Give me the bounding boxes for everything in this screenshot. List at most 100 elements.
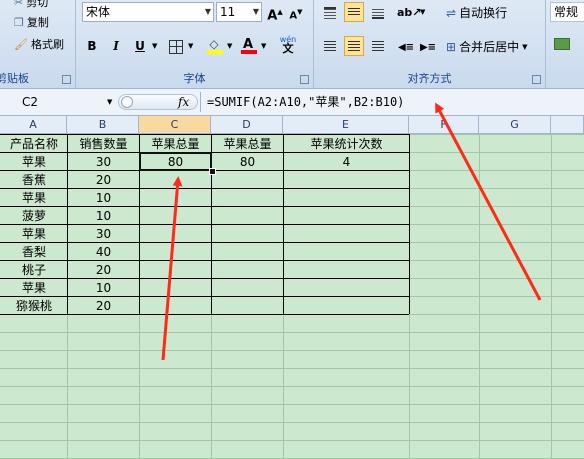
- table-cell[interactable]: 40: [68, 243, 139, 260]
- table-cell[interactable]: 80: [212, 153, 283, 170]
- font-name-combo[interactable]: 宋体 ▼: [82, 2, 214, 22]
- align-center-button[interactable]: [344, 36, 364, 56]
- orientation-button[interactable]: ab↗: [396, 2, 422, 22]
- decrease-indent-icon: ◀≡: [397, 42, 415, 53]
- align-left-button[interactable]: [320, 36, 340, 56]
- column-header-g[interactable]: G: [479, 116, 551, 134]
- table-cell[interactable]: 10: [68, 189, 139, 206]
- shrink-font-button[interactable]: A▼: [286, 2, 306, 22]
- table-header-cell[interactable]: 产品名称: [1, 135, 67, 152]
- grow-font-button[interactable]: A▲: [265, 2, 285, 23]
- currency-button[interactable]: [552, 36, 572, 56]
- table-cell[interactable]: 香蕉: [1, 171, 67, 188]
- borders-button[interactable]: [166, 36, 186, 56]
- column-header-f[interactable]: F: [409, 116, 479, 134]
- table-cell[interactable]: [140, 171, 211, 188]
- chevron-down-icon: ▼: [522, 42, 528, 51]
- copy-button[interactable]: ❐ 复制: [14, 14, 49, 30]
- table-cell[interactable]: 香梨: [1, 243, 67, 260]
- table-cell[interactable]: [212, 225, 283, 242]
- table-cell[interactable]: 猕猴桃: [1, 297, 67, 314]
- table-cell[interactable]: [212, 243, 283, 260]
- table-cell[interactable]: [284, 207, 409, 224]
- table-cell[interactable]: [284, 297, 409, 314]
- fill-handle[interactable]: [209, 168, 216, 175]
- increase-indent-icon: ▶≡: [419, 42, 437, 53]
- table-cell[interactable]: [212, 207, 283, 224]
- bold-button[interactable]: B: [82, 36, 102, 56]
- table-cell[interactable]: 30: [68, 153, 139, 170]
- table-cell[interactable]: [212, 189, 283, 206]
- merge-center-button[interactable]: ⊞ 合并后居中 ▼: [446, 38, 527, 55]
- cut-button[interactable]: ✂ 剪切: [14, 0, 48, 10]
- table-cell[interactable]: 菠萝: [1, 207, 67, 224]
- table-cell[interactable]: [140, 207, 211, 224]
- column-header-b[interactable]: B: [67, 116, 139, 134]
- underline-button[interactable]: U: [130, 36, 150, 56]
- table-cell[interactable]: [212, 279, 283, 296]
- chevron-down-icon[interactable]: ▼: [107, 98, 112, 106]
- table-cell[interactable]: 苹果: [1, 279, 67, 296]
- table-cell[interactable]: 20: [68, 261, 139, 278]
- column-header-d[interactable]: D: [211, 116, 283, 134]
- font-size-combo[interactable]: 11 ▼: [216, 2, 262, 22]
- clipboard-launcher[interactable]: [62, 75, 71, 84]
- column-header-a[interactable]: A: [0, 116, 67, 134]
- table-cell[interactable]: 20: [68, 297, 139, 314]
- table-cell[interactable]: [212, 261, 283, 278]
- table-cell[interactable]: [140, 189, 211, 206]
- table-header-cell[interactable]: 苹果总量: [212, 135, 283, 152]
- table-cell[interactable]: [140, 243, 211, 260]
- increase-indent-button[interactable]: ▶≡: [418, 36, 438, 56]
- table-cell[interactable]: [212, 297, 283, 314]
- column-header-c[interactable]: C: [139, 116, 211, 134]
- table-cell[interactable]: 30: [68, 225, 139, 242]
- table-cell[interactable]: [140, 261, 211, 278]
- align-middle-icon: [348, 8, 360, 16]
- italic-button[interactable]: I: [106, 36, 126, 56]
- phonetic-button[interactable]: wén 文: [274, 34, 302, 54]
- table-cell[interactable]: [284, 189, 409, 206]
- table-cell[interactable]: [284, 243, 409, 260]
- gridline-h: [0, 350, 584, 351]
- table-cell[interactable]: 20: [68, 171, 139, 188]
- table-cell[interactable]: [284, 261, 409, 278]
- align-bottom-icon: [372, 7, 384, 19]
- table-header-cell[interactable]: 苹果总量: [140, 135, 211, 152]
- table-header-cell[interactable]: 销售数量: [68, 135, 139, 152]
- insert-function-button[interactable]: fx: [178, 95, 189, 109]
- table-cell[interactable]: 10: [68, 207, 139, 224]
- table-cell[interactable]: 苹果: [1, 225, 67, 242]
- alignment-launcher[interactable]: [532, 75, 541, 84]
- table-cell[interactable]: 桃子: [1, 261, 67, 278]
- table-cell[interactable]: 苹果: [1, 189, 67, 206]
- table-cell[interactable]: [284, 279, 409, 296]
- align-top-icon: [324, 7, 336, 19]
- column-header-e[interactable]: E: [283, 116, 409, 134]
- decrease-indent-button[interactable]: ◀≡: [396, 36, 416, 56]
- table-cell[interactable]: [284, 225, 409, 242]
- align-top-button[interactable]: [320, 2, 340, 22]
- formula-input[interactable]: =SUMIF(A2:A10,"苹果",B2:B10): [207, 93, 404, 111]
- active-cell-selection[interactable]: [139, 152, 212, 171]
- align-bottom-button[interactable]: [368, 2, 388, 22]
- align-middle-button[interactable]: [344, 2, 364, 22]
- table-cell[interactable]: [140, 225, 211, 242]
- table-cell[interactable]: [212, 171, 283, 188]
- table-cell[interactable]: 4: [284, 153, 409, 170]
- table-cell[interactable]: [140, 279, 211, 296]
- align-right-button[interactable]: [368, 36, 388, 56]
- fill-color-button[interactable]: ◇: [204, 34, 224, 54]
- format-painter-button[interactable]: 🖌 格式刷: [14, 36, 64, 52]
- table-cell[interactable]: [140, 297, 211, 314]
- name-box[interactable]: C2: [2, 93, 114, 111]
- table-cell[interactable]: [284, 171, 409, 188]
- font-color-button[interactable]: A: [238, 34, 258, 54]
- table-cell[interactable]: 苹果: [1, 153, 67, 170]
- table-cell[interactable]: 10: [68, 279, 139, 296]
- align-right-icon: [372, 41, 384, 51]
- number-format-combo[interactable]: 常规: [550, 2, 584, 22]
- font-launcher[interactable]: [300, 75, 309, 84]
- wrap-text-button[interactable]: ⇌ 自动换行: [446, 4, 507, 21]
- table-header-cell[interactable]: 苹果统计次数: [284, 135, 409, 152]
